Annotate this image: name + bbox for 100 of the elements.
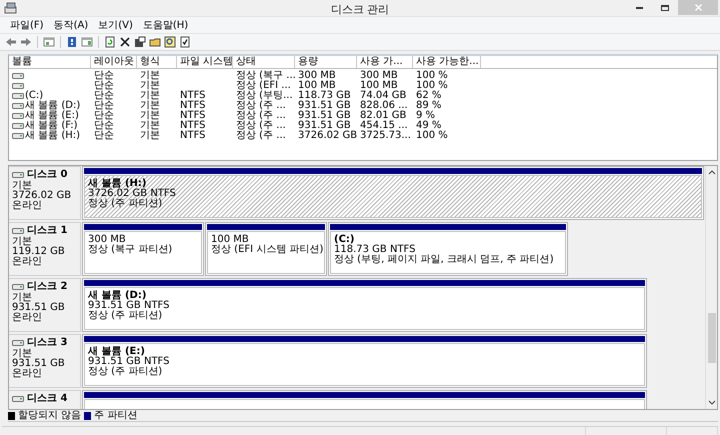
forward-arrow-icon[interactable] bbox=[20, 36, 32, 48]
partition-size: 118.73 GB NTFS bbox=[334, 245, 416, 255]
table-cell: 정상 (EFI ... bbox=[236, 81, 291, 91]
table-cell: 정상 (주 ... bbox=[236, 131, 286, 141]
legend-label: 주 파티션 bbox=[94, 410, 138, 421]
table-cell: 정상 (주 ... bbox=[236, 121, 286, 131]
console-tree-icon[interactable] bbox=[43, 36, 55, 48]
disk-status: 온라인 bbox=[12, 257, 43, 267]
window-pane-icon[interactable] bbox=[81, 36, 93, 48]
table-cell: 931.51 GB bbox=[298, 111, 351, 121]
table-cell: 단순 bbox=[94, 71, 114, 81]
table-cell: 300 MB bbox=[360, 71, 398, 81]
table-cell: NTFS bbox=[180, 101, 206, 111]
disk-type: 기본 bbox=[12, 181, 32, 191]
minimize-icon bbox=[636, 6, 642, 8]
properties-icon[interactable] bbox=[134, 36, 146, 48]
partition-size: 100 MB bbox=[211, 235, 249, 245]
column-header[interactable]: 형식 bbox=[137, 56, 177, 68]
menu-item[interactable]: 파일(F) bbox=[5, 18, 49, 32]
table-cell: 100 MB bbox=[298, 81, 336, 91]
menu-item[interactable]: 도움말(H) bbox=[138, 18, 194, 32]
partition-size: 931.51 GB NTFS bbox=[88, 357, 170, 367]
partition-status: 정상 (부팅, 페이지 파일, 크래시 덤프, 주 파티션) bbox=[334, 255, 554, 265]
column-header[interactable]: 사용 가능한... bbox=[413, 56, 481, 68]
table-cell: 기본 bbox=[140, 111, 160, 121]
table-cell: NTFS bbox=[180, 121, 206, 131]
table-cell: NTFS bbox=[180, 91, 206, 101]
partition[interactable]: 300 MB 정상 (복구 파티션) bbox=[82, 222, 204, 276]
disk-type: 기본 bbox=[12, 349, 32, 359]
partition[interactable]: 새 볼륨 (D:) 931.51 GB NTFS 정상 (주 파티션) bbox=[82, 278, 647, 332]
disk-status: 온라인 bbox=[12, 313, 43, 323]
table-cell: 단순 bbox=[94, 91, 114, 101]
partition-size: 3726.02 GB NTFS bbox=[88, 189, 176, 199]
column-header[interactable]: 상태 bbox=[233, 56, 295, 68]
checklist-icon[interactable] bbox=[179, 36, 191, 48]
table-cell: 931.51 GB bbox=[298, 121, 351, 131]
table-cell: NTFS bbox=[180, 131, 206, 141]
disk-name: 디스크 3 bbox=[27, 338, 68, 348]
window-title: 디스크 관리 bbox=[330, 3, 390, 16]
partition[interactable]: 새 볼륨 (H:) 3726.02 GB NTFS 정상 (주 파티션) bbox=[82, 166, 704, 220]
app-icon bbox=[4, 2, 17, 14]
refresh-document-icon[interactable] bbox=[104, 36, 116, 48]
table-cell: (C:) bbox=[25, 91, 44, 101]
table-cell: 정상 (복구 ... bbox=[236, 71, 296, 81]
table-cell: 단순 bbox=[94, 101, 114, 111]
column-header[interactable]: 파일 시스템 bbox=[177, 56, 233, 68]
back-arrow-icon[interactable] bbox=[5, 36, 17, 48]
column-header[interactable]: 용량 bbox=[295, 56, 357, 68]
table-cell: 단순 bbox=[94, 111, 114, 121]
partition-status: 정상 (복구 파티션) bbox=[88, 245, 172, 255]
scroll-up-icon[interactable] bbox=[708, 169, 716, 175]
drive-icon bbox=[12, 101, 24, 111]
partition-label: 새 볼륨 (D:) bbox=[88, 291, 146, 301]
disk-size: 931.51 GB bbox=[12, 359, 66, 369]
partition[interactable]: 100 MB 정상 (EFI 시스템 파티션) bbox=[205, 222, 327, 276]
disk-type: 기본 bbox=[12, 293, 32, 303]
partition-status: 정상 (주 파티션) bbox=[88, 199, 162, 209]
table-cell: 74.04 GB bbox=[360, 91, 406, 101]
menu-item[interactable]: 보기(V) bbox=[93, 18, 138, 32]
drive-icon bbox=[12, 81, 24, 91]
disk-type: 기본 bbox=[12, 237, 32, 247]
partition[interactable]: 새 볼륨 (E:) 931.51 GB NTFS 정상 (주 파티션) bbox=[82, 334, 647, 388]
disk-size: 931.51 GB bbox=[12, 303, 66, 313]
drive-icon bbox=[12, 91, 24, 101]
disk-size: 3726.02 GB bbox=[12, 191, 72, 201]
delete-x-icon[interactable] bbox=[119, 36, 131, 48]
partition[interactable]: (C:) 118.73 GB NTFS 정상 (부팅, 페이지 파일, 크래시 덤프, 주 파티션) bbox=[328, 222, 568, 276]
table-cell: 기본 bbox=[140, 101, 160, 111]
disk-name: 디스크 2 bbox=[27, 282, 68, 292]
partition-size: 931.51 GB NTFS bbox=[88, 301, 170, 311]
table-cell: 정상 (부팅... bbox=[236, 91, 293, 101]
column-header[interactable]: 볼륨 bbox=[9, 56, 91, 68]
disk-status: 온라인 bbox=[12, 201, 43, 211]
scrollbar[interactable] bbox=[705, 166, 717, 409]
table-cell: 118.73 GB bbox=[298, 91, 351, 101]
table-cell: 300 MB bbox=[298, 71, 336, 81]
folder-icon[interactable] bbox=[149, 36, 161, 48]
close-icon bbox=[694, 4, 702, 11]
column-header[interactable]: 레이아웃 bbox=[91, 56, 137, 68]
table-cell: 100 % bbox=[416, 131, 448, 141]
scroll-thumb[interactable] bbox=[708, 312, 716, 362]
table-cell: 49 % bbox=[416, 121, 442, 131]
disk-name: 디스크 4 bbox=[27, 394, 68, 404]
column-header[interactable]: 사용 가... bbox=[357, 56, 413, 68]
partition-label: (C:) bbox=[334, 235, 354, 245]
table-cell: 828.06 ... bbox=[360, 101, 408, 111]
table-cell: 3726.02 GB bbox=[298, 131, 358, 141]
partition-label: 새 볼륨 (E:) bbox=[88, 347, 145, 357]
partition-label: 새 볼륨 (H:) bbox=[88, 179, 146, 189]
table-cell: 9 % bbox=[416, 111, 436, 121]
table-cell: 정상 (주 ... bbox=[236, 101, 286, 111]
menu-item[interactable]: 동작(A) bbox=[48, 18, 94, 32]
partition-status: 정상 (EFI 시스템 파티션) bbox=[211, 245, 324, 255]
help-book-icon[interactable] bbox=[66, 36, 78, 48]
scroll-down-icon[interactable] bbox=[708, 400, 716, 406]
legend-label: 할당되지 않음 bbox=[18, 410, 82, 421]
partition-size: 300 MB bbox=[88, 235, 126, 245]
maximize-icon bbox=[661, 4, 669, 10]
table-cell: 단순 bbox=[94, 81, 114, 91]
table-cell: 454.15 ... bbox=[360, 121, 408, 131]
